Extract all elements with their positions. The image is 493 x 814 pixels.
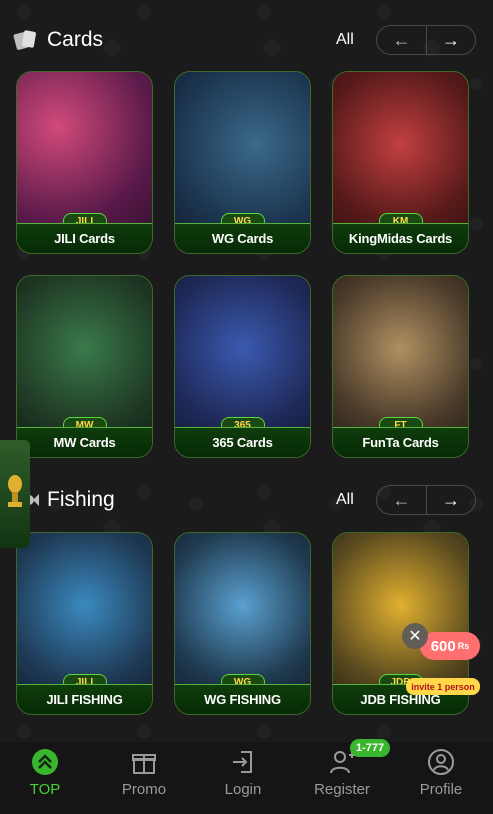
game-card-jili-cards[interactable]: JILI JILI Cards [16,71,153,254]
cards-pager: ← → [376,25,476,55]
bottom-navigation: TOP Promo Login Register Profile [0,742,493,814]
fishing-next-button[interactable]: → [425,486,475,514]
profile-icon [426,747,456,777]
cards-next-button[interactable]: → [425,26,475,54]
game-card-label: 365 Cards [175,427,310,457]
game-card-mw-cards[interactable]: MW MW Cards [16,275,153,458]
nav-register-label: Register [314,781,370,798]
fishing-section-title: Fishing [47,488,115,511]
nav-login[interactable]: Login [198,742,288,814]
fishing-all-link[interactable]: All [336,491,354,509]
nav-promo-label: Promo [121,781,167,798]
nav-promo[interactable]: Promo [99,742,189,814]
promo-amount: 600 Rs [420,632,480,660]
cards-prev-button[interactable]: ← [377,26,426,54]
game-card-wg-fishing[interactable]: WG WG FISHING [174,532,311,715]
game-card-365-cards[interactable]: 365 365 Cards [174,275,311,458]
side-promo-widget[interactable] [0,440,30,548]
trophy-icon [5,472,25,517]
cards-section-header: Cards All ← → [0,20,493,60]
game-card-jili-fishing[interactable]: JILI JILI FISHING [16,532,153,715]
nav-top-label: TOP [29,781,61,798]
arrow-left-icon: ← [392,489,411,510]
nav-login-label: Login [224,781,262,798]
game-card-wg-cards[interactable]: WG WG Cards [174,71,311,254]
game-card-label: JILI Cards [17,223,152,253]
top-arrow-icon [30,747,60,777]
game-card-label: FunTa Cards [333,427,468,457]
promo-amount-value: 600 [430,637,456,655]
cards-all-link[interactable]: All [336,31,354,49]
login-icon [228,747,258,777]
promo-currency: Rs [457,641,470,651]
game-card-label: KingMidas Cards [333,223,468,253]
arrow-right-icon: → [441,489,460,510]
fishing-section-header: Fishing All ← → [0,480,493,520]
cards-section-title: Cards [47,28,104,51]
cards-icon [13,27,39,53]
game-card-label: JILI FISHING [17,684,152,714]
fishing-pager: ← → [376,485,476,515]
promo-invite-text: invite 1 person [406,678,480,695]
arrow-right-icon: → [441,29,460,50]
game-card-label: WG Cards [175,223,310,253]
close-icon[interactable]: ✕ [402,623,428,649]
game-card-label: WG FISHING [175,684,310,714]
nav-top[interactable]: TOP [0,742,90,814]
arrow-left-icon: ← [392,29,411,50]
nav-profile[interactable]: Profile [396,742,486,814]
game-card-funta-cards[interactable]: FT FunTa Cards [332,275,469,458]
nav-profile-label: Profile [419,781,463,798]
gift-icon [129,747,159,777]
fishing-prev-button[interactable]: ← [377,486,426,514]
game-card-kingmidas-cards[interactable]: KM KingMidas Cards [332,71,469,254]
register-badge: 1-777 [350,739,391,757]
game-card-label: MW Cards [17,427,152,457]
